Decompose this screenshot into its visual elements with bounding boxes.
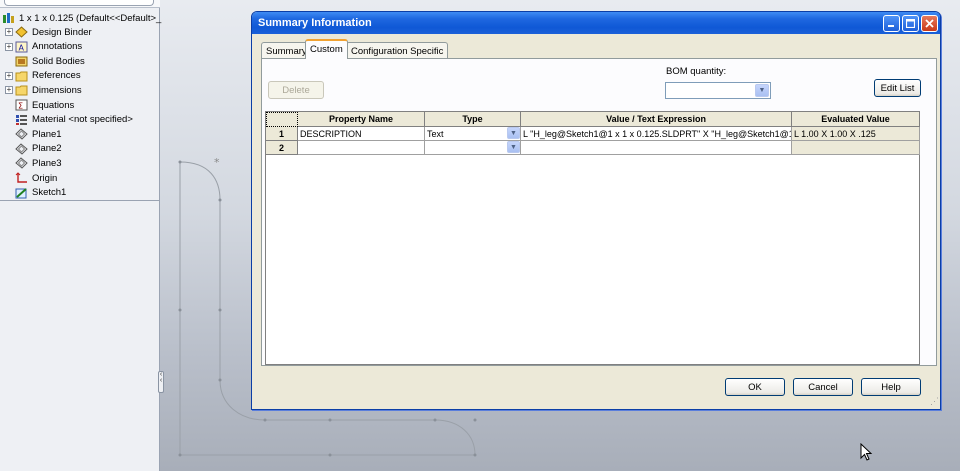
grid-corner-cell[interactable] (266, 112, 298, 127)
tree-divider (0, 200, 160, 201)
plane-icon (15, 128, 28, 140)
annotations-icon: A (15, 41, 28, 53)
edit-list-button[interactable]: Edit List (874, 79, 921, 97)
dialog-title: Summary Information (258, 17, 372, 29)
close-icon (925, 19, 934, 28)
ok-button[interactable]: OK (725, 378, 785, 396)
minimize-button[interactable] (883, 15, 900, 32)
tree-item-label: Equations (32, 99, 75, 111)
sketch-asterisk: * (214, 156, 220, 169)
cancel-button[interactable]: Cancel (793, 378, 853, 396)
row-number[interactable]: 1 (266, 127, 298, 141)
evaluated-value-cell (792, 141, 920, 155)
tree-item-label: References (32, 70, 81, 82)
column-header-type[interactable]: Type (425, 112, 521, 127)
column-header-evaluated-value[interactable]: Evaluated Value (792, 112, 920, 127)
summary-information-dialog: Summary Information Summary Custom Confi… (251, 11, 941, 410)
chevron-down-icon[interactable]: ▼ (507, 141, 520, 153)
expand-plus-icon[interactable]: + (5, 42, 13, 51)
design-binder-icon (15, 26, 28, 38)
feature-manager-tree: 1 x 1 x 0.125 (Default<<Default>_ + Desig… (0, 0, 161, 471)
tree-item-material[interactable]: Material <not specified> (5, 113, 133, 127)
tree-item-label: Origin (32, 172, 58, 184)
type-value: Text (427, 129, 444, 139)
mouse-cursor-icon (860, 443, 873, 461)
tree-item-label: Annotations (32, 41, 83, 53)
maximize-icon (906, 19, 915, 28)
tree-item-annotations[interactable]: + A Annotations (5, 40, 82, 54)
tree-item-label: Plane1 (32, 128, 62, 140)
expand-plus-icon[interactable]: + (5, 86, 13, 95)
origin-icon (15, 172, 28, 184)
tree-item-label: Sketch1 (32, 187, 67, 199)
tree-item-solid[interactable]: Solid Bodies (5, 54, 85, 68)
tree-item-plane2[interactable]: Plane2 (5, 142, 62, 156)
maximize-button[interactable] (902, 15, 919, 32)
part-icon (2, 12, 15, 24)
tree-item-plane3[interactable]: Plane3 (5, 156, 62, 170)
minimize-icon (888, 25, 894, 27)
expand-plus-icon[interactable]: + (5, 28, 13, 36)
close-button[interactable] (921, 15, 938, 32)
help-button[interactable]: Help (861, 378, 921, 396)
tree-item-references[interactable]: + References (5, 69, 81, 83)
custom-properties-grid: Property Name Type Value / Text Expressi… (265, 111, 920, 365)
equations-icon: Σ (15, 99, 28, 111)
bom-quantity-label: BOM quantity: (666, 66, 727, 77)
tree-item-label: Plane3 (32, 157, 62, 169)
solid-bodies-icon (15, 55, 28, 67)
tree-item-origin[interactable]: Origin (5, 171, 57, 185)
dialog-body: Summary Custom Configuration Specific De… (255, 34, 937, 407)
custom-tab-panel: Delete BOM quantity: ▼ Edit List Propert… (261, 58, 937, 366)
tree-item-label: Material <not specified> (32, 114, 133, 126)
tree-root-part[interactable]: 1 x 1 x 0.125 (Default<<Default>_ (2, 11, 161, 25)
tree-item-sketch1[interactable]: Sketch1 (5, 186, 66, 200)
plane-icon (15, 157, 28, 170)
chevron-down-icon[interactable]: ▼ (755, 84, 769, 97)
row-number[interactable]: 2 (266, 141, 298, 155)
delete-button[interactable]: Delete (268, 81, 324, 99)
column-header-value[interactable]: Value / Text Expression (521, 112, 792, 127)
type-cell[interactable]: ▼ (425, 141, 521, 155)
dialog-titlebar[interactable]: Summary Information (252, 12, 940, 34)
tree-root-label: 1 x 1 x 0.125 (Default<<Default>_ (19, 12, 162, 24)
tree-item-label: Solid Bodies (32, 55, 85, 67)
property-name-cell[interactable] (298, 141, 425, 155)
tree-top-strip (0, 0, 160, 8)
panel-splitter-handle[interactable]: ‹ ‹ (158, 371, 164, 393)
tree-item-label: Design Binder (32, 26, 92, 38)
type-cell[interactable]: Text ▼ (425, 127, 521, 141)
bom-quantity-dropdown[interactable]: ▼ (665, 82, 771, 99)
sketch-icon (15, 187, 28, 199)
tree-item-design[interactable]: + Design Binder (5, 25, 92, 39)
tree-item-dimensions[interactable]: + Dimensions (5, 83, 82, 97)
material-icon (15, 114, 28, 126)
column-header-property-name[interactable]: Property Name (298, 112, 425, 127)
tree-item-label: Dimensions (32, 84, 82, 96)
tab-custom[interactable]: Custom (305, 39, 348, 59)
evaluated-value-cell: L 1.00 X 1.00 X .125 (792, 127, 920, 141)
resize-grip-icon[interactable]: ⋰ (930, 396, 939, 407)
property-name-cell[interactable]: DESCRIPTION (298, 127, 425, 141)
expand-plus-icon[interactable]: + (5, 71, 13, 80)
tree-item-plane1[interactable]: Plane1 (5, 127, 62, 141)
svg-text:Σ: Σ (18, 102, 23, 111)
folder-icon (15, 70, 28, 82)
tree-tab-nub[interactable] (4, 0, 154, 6)
plane-icon (15, 143, 28, 155)
chevron-down-icon[interactable]: ▼ (507, 127, 520, 139)
value-expression-cell[interactable] (521, 141, 792, 155)
tab-configuration-specific[interactable]: Configuration Specific (346, 42, 449, 59)
value-expression-cell[interactable]: L "H_leg@Sketch1@1 x 1 x 0.125.SLDPRT" X… (521, 127, 792, 141)
tree-item-equations[interactable]: Σ Equations (5, 98, 74, 112)
folder-icon (15, 84, 28, 96)
tree-item-label: Plane2 (32, 143, 62, 155)
svg-text:A: A (19, 43, 25, 52)
